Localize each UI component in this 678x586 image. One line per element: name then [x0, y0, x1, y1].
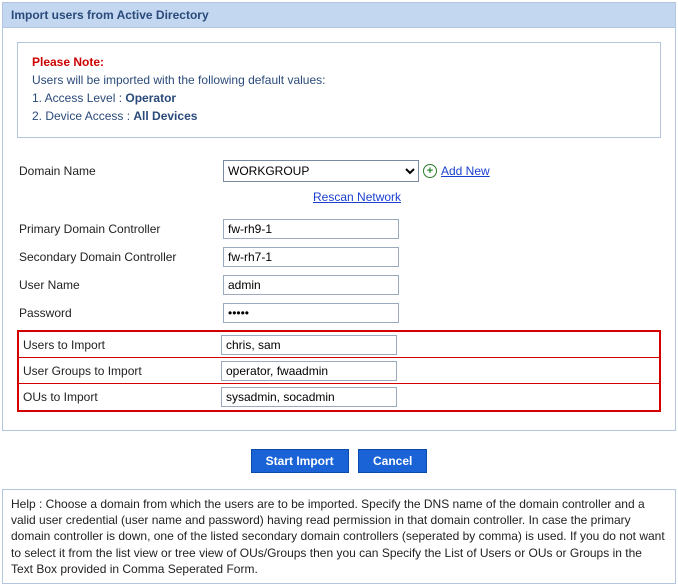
row-users-import: Users to Import [19, 332, 659, 358]
domain-select[interactable]: WORKGROUP [223, 160, 419, 182]
form-area: Domain Name WORKGROUP + Add New Rescan N… [17, 158, 661, 412]
groups-import-label: User Groups to Import [21, 364, 221, 378]
cancel-button[interactable]: Cancel [358, 449, 427, 473]
groups-import-input[interactable] [221, 361, 397, 381]
note-line-1-value: Operator [125, 91, 176, 105]
ous-import-input[interactable] [221, 387, 397, 407]
please-note-box: Please Note: Users will be imported with… [17, 42, 661, 138]
note-line-2-value: All Devices [133, 109, 197, 123]
note-line-1-prefix: 1. Access Level : [32, 91, 125, 105]
sdc-input[interactable] [223, 247, 399, 267]
plus-icon: + [423, 164, 437, 178]
note-title: Please Note: [32, 53, 646, 71]
row-rescan: Rescan Network [17, 186, 661, 208]
note-line-2-prefix: 2. Device Access : [32, 109, 133, 123]
username-label: User Name [17, 278, 223, 292]
password-label: Password [17, 306, 223, 320]
note-line-2: 2. Device Access : All Devices [32, 107, 646, 125]
help-box: Help : Choose a domain from which the us… [2, 489, 676, 584]
row-sdc: Secondary Domain Controller [17, 244, 661, 270]
users-import-label: Users to Import [21, 338, 221, 352]
users-import-input[interactable] [221, 335, 397, 355]
row-domain: Domain Name WORKGROUP + Add New [17, 158, 661, 184]
row-password: Password [17, 300, 661, 326]
note-line-1: 1. Access Level : Operator [32, 89, 646, 107]
import-highlight-box: Users to Import User Groups to Import OU… [17, 330, 661, 412]
password-input[interactable] [223, 303, 399, 323]
row-ous-import: OUs to Import [19, 384, 659, 410]
row-groups-import: User Groups to Import [19, 358, 659, 384]
pdc-input[interactable] [223, 219, 399, 239]
button-bar: Start Import Cancel [2, 431, 676, 483]
domain-label: Domain Name [17, 164, 223, 178]
row-pdc: Primary Domain Controller [17, 216, 661, 242]
panel-body: Please Note: Users will be imported with… [3, 28, 675, 430]
rescan-link[interactable]: Rescan Network [313, 190, 401, 204]
note-defaults-line: Users will be imported with the followin… [32, 71, 646, 89]
panel-title: Import users from Active Directory [3, 3, 675, 28]
import-users-panel: Import users from Active Directory Pleas… [2, 2, 676, 431]
start-import-button[interactable]: Start Import [251, 449, 349, 473]
row-username: User Name [17, 272, 661, 298]
sdc-label: Secondary Domain Controller [17, 250, 223, 264]
add-new-link[interactable]: Add New [441, 164, 490, 178]
ous-import-label: OUs to Import [21, 390, 221, 404]
username-input[interactable] [223, 275, 399, 295]
pdc-label: Primary Domain Controller [17, 222, 223, 236]
